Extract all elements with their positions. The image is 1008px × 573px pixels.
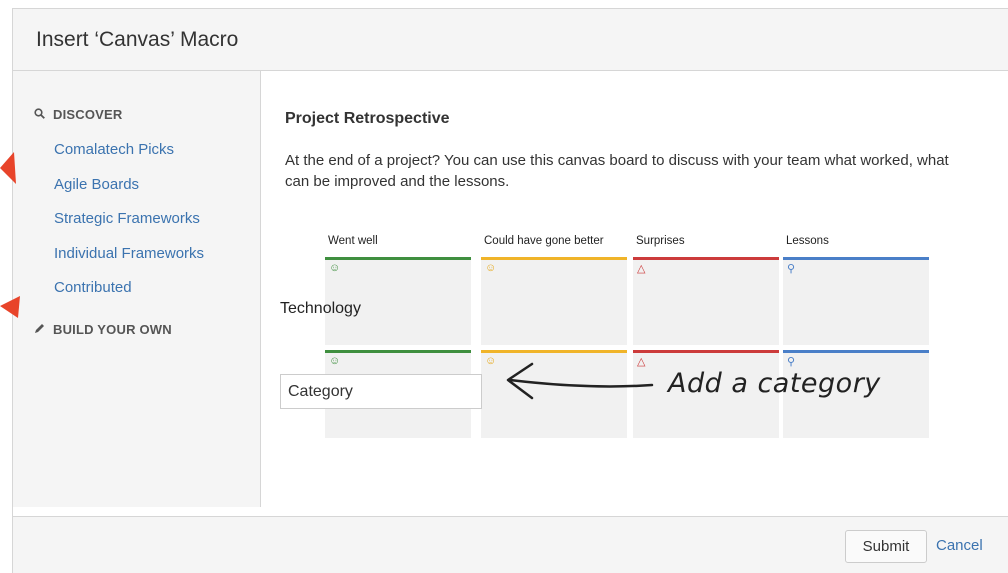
column-header-could-have-gone-better: Could have gone better: [484, 235, 604, 247]
search-icon: [34, 107, 48, 122]
submit-button[interactable]: Submit: [845, 530, 927, 563]
column-header-went-well: Went well: [328, 235, 378, 247]
cancel-link[interactable]: Cancel: [936, 537, 983, 554]
template-preview: Project Retrospective At the end of a pr…: [262, 71, 1008, 507]
board-cell: ☺: [481, 257, 627, 345]
neutral-face-icon: ☺: [485, 355, 497, 367]
discover-heading[interactable]: DISCOVER: [34, 107, 123, 122]
dialog-footer: Submit Cancel: [13, 516, 1008, 573]
lightbulb-icon: ⚲: [787, 356, 796, 368]
sidebar-item-strategic-frameworks[interactable]: Strategic Frameworks: [54, 210, 200, 227]
insert-macro-dialog: Insert ‘Canvas’ Macro DISCOVER Comalatec…: [12, 8, 1008, 573]
lightbulb-icon: ⚲: [787, 263, 796, 275]
smiley-icon: ☺: [329, 262, 341, 274]
bell-icon: △: [637, 263, 646, 275]
column-header-lessons: Lessons: [786, 235, 829, 247]
smiley-icon: ☺: [329, 355, 341, 367]
template-description: At the end of a project? You can use thi…: [285, 152, 949, 190]
template-sidebar: DISCOVER Comalatech Picks Agile Boards S…: [13, 71, 261, 507]
sidebar-item-contributed[interactable]: Contributed: [54, 279, 132, 296]
category-input[interactable]: [280, 374, 482, 409]
neutral-face-icon: ☺: [485, 262, 497, 274]
pencil-icon: [34, 322, 48, 337]
board-cell: △: [633, 257, 779, 345]
canvas-board-preview: Went well Could have gone better Surpris…: [325, 235, 935, 445]
board-cell: ☺: [481, 350, 627, 438]
build-your-own-label: BUILD YOUR OWN: [53, 322, 172, 337]
sidebar-item-comalatech-picks[interactable]: Comalatech Picks: [54, 141, 174, 158]
dialog-header: Insert ‘Canvas’ Macro: [13, 9, 1008, 71]
bell-icon: △: [637, 356, 646, 368]
board-cell: ⚲: [783, 257, 929, 345]
build-your-own-heading[interactable]: BUILD YOUR OWN: [34, 322, 172, 337]
column-header-surprises: Surprises: [636, 235, 685, 247]
row-label-technology: Technology: [280, 300, 361, 317]
template-title: Project Retrospective: [285, 110, 450, 127]
sidebar-item-individual-frameworks[interactable]: Individual Frameworks: [54, 245, 204, 262]
discover-heading-label: DISCOVER: [53, 107, 123, 122]
dialog-title: Insert ‘Canvas’ Macro: [36, 28, 239, 51]
sidebar-item-agile-boards[interactable]: Agile Boards: [54, 176, 139, 193]
annotation-add-category: Add a category: [668, 368, 881, 399]
